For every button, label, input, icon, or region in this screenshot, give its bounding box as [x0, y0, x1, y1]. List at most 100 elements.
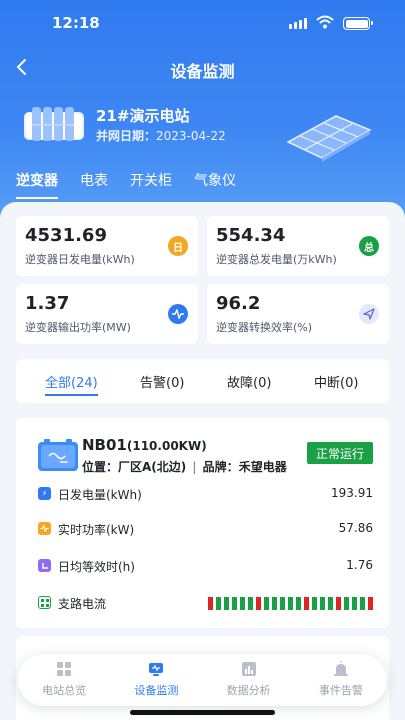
- branch-current-bar: [224, 597, 229, 610]
- status-time: 12:18: [52, 14, 100, 32]
- metric-label: 实时功率(kW): [58, 523, 135, 537]
- branch-current-bar: [288, 597, 293, 610]
- branch-current-bar: [344, 597, 349, 610]
- branch-current-bar: [240, 597, 245, 610]
- nav-label: 数据分析: [226, 684, 271, 697]
- tab-switchgear[interactable]: 开关柜: [130, 170, 172, 199]
- kpi-value: 554.34: [216, 225, 286, 246]
- branch-current-bar: [328, 597, 333, 610]
- nav-event-alarm[interactable]: 事件告警: [295, 654, 387, 706]
- brand-label: 品牌：: [202, 460, 239, 474]
- branch-current-bar: [208, 597, 213, 610]
- device-id: NB01: [82, 436, 127, 454]
- kpi-label: 逆变器日发电量(kWh): [25, 253, 135, 266]
- metric-daily-generation: ⚡ 日发电量(kWh) 193.91: [38, 484, 373, 504]
- solar-station-icon: [24, 107, 84, 141]
- branch-current-bars: [208, 597, 373, 610]
- metric-label: 日均等效时(h): [58, 560, 135, 574]
- metric-value: 57.86: [338, 521, 373, 535]
- kpi-value: 96.2: [216, 293, 261, 314]
- branch-current-bar: [216, 597, 221, 610]
- grid-date-value: 2023-04-22: [156, 129, 226, 143]
- nav-device-monitoring[interactable]: 设备监测: [110, 654, 202, 706]
- kpi-value: 4531.69: [25, 225, 107, 246]
- alarm-icon: [333, 661, 348, 676]
- branch-current-bar: [360, 597, 365, 610]
- location-label: 位置：: [82, 460, 119, 474]
- branch-current-bar: [280, 597, 285, 610]
- tab-weather-station[interactable]: 气象仪: [194, 170, 236, 199]
- filter-interrupt[interactable]: 中断(0): [314, 359, 358, 403]
- metric-equivalent-hours: 日均等效时(h) 1.76: [38, 556, 373, 576]
- metric-label: 支路电流: [58, 597, 107, 611]
- branch-current-bar: [256, 597, 261, 610]
- metric-value: 1.76: [346, 558, 373, 572]
- daily-badge-icon: 日: [168, 236, 188, 256]
- kpi-output-power: 1.37 逆变器输出功率(MW): [16, 284, 198, 344]
- branch-current-bar: [264, 597, 269, 610]
- wifi-icon: [316, 15, 334, 29]
- kpi-value: 1.37: [25, 293, 70, 314]
- status-filter-tabs: 全部(24) 告警(0) 故障(0) 中断(0): [16, 359, 389, 403]
- branch-current-bar: [368, 597, 373, 610]
- grid-date-label: 并网日期：: [96, 129, 157, 143]
- signal-icon: [289, 18, 307, 29]
- kpi-label: 逆变器输出功率(MW): [25, 321, 131, 334]
- branch-current-bar: [232, 597, 237, 610]
- inverter-card[interactable]: NB01(110.00KW) 位置：厂区A(北边) | 品牌：禾望电器 正常运行 ⚡…: [16, 418, 389, 628]
- status-badge: 正常运行: [307, 442, 373, 464]
- nav-label: 设备监测: [134, 684, 179, 697]
- branch-current-bar: [336, 597, 341, 610]
- branch-current-bar: [304, 597, 309, 610]
- device-location: 厂区A(北边): [118, 460, 187, 474]
- branch-current-bar: [248, 597, 253, 610]
- nav-label: 电站总览: [42, 684, 87, 697]
- filter-alarm[interactable]: 告警(0): [140, 359, 184, 403]
- station-name: 21#演示电站: [96, 107, 190, 125]
- device-brand: 禾望电器: [238, 460, 287, 474]
- branch-current-bar: [296, 597, 301, 610]
- branch-current-bar: [320, 597, 325, 610]
- send-icon: [359, 304, 379, 324]
- tab-meter[interactable]: 电表: [80, 170, 108, 199]
- page-title: 设备监测: [170, 62, 235, 81]
- lightning-icon: ⚡: [38, 487, 51, 500]
- solar-panel-illustration: [286, 115, 372, 162]
- grid-icon: [38, 596, 51, 609]
- kpi-label: 逆变器总发电量(万kWh): [216, 253, 337, 266]
- status-bar: 12:18: [0, 0, 405, 44]
- monitor-icon: [149, 663, 164, 676]
- filter-fault[interactable]: 故障(0): [227, 359, 271, 403]
- device-name: NB01(110.00KW): [82, 436, 207, 454]
- branch-current-bar: [312, 597, 317, 610]
- grid-icon: [57, 662, 72, 676]
- tab-inverter[interactable]: 逆变器: [16, 170, 58, 199]
- nav-station-overview[interactable]: 电站总览: [18, 654, 110, 706]
- device-meta: 位置：厂区A(北边) | 品牌：禾望电器: [82, 460, 287, 474]
- bottom-nav: 电站总览 设备监测 数据分析 事件告警: [18, 654, 387, 706]
- metric-branch-current: 支路电流: [38, 593, 373, 613]
- filter-all[interactable]: 全部(24): [45, 359, 98, 403]
- total-badge-icon: 总: [359, 236, 379, 256]
- inverter-icon: [38, 439, 78, 471]
- branch-current-bar: [352, 597, 357, 610]
- kpi-conversion-efficiency: 96.2 逆变器转换效率(%): [207, 284, 389, 344]
- branch-current-bar: [272, 597, 277, 610]
- bar-chart-icon: [241, 662, 256, 676]
- nav-label: 事件告警: [318, 684, 363, 697]
- station-grid-date: 并网日期：2023-04-22: [96, 127, 226, 144]
- power-pulse-icon: [168, 304, 188, 324]
- pulse-icon: [38, 522, 51, 535]
- home-indicator: [130, 710, 275, 715]
- metric-label: 日发电量(kWh): [58, 488, 142, 502]
- metric-realtime-power: 实时功率(kW) 57.86: [38, 519, 373, 539]
- kpi-label: 逆变器转换效率(%): [216, 321, 313, 334]
- metric-value: 193.91: [331, 486, 373, 500]
- nav-data-analysis[interactable]: 数据分析: [203, 654, 295, 706]
- battery-icon: [343, 17, 373, 30]
- kpi-daily-generation: 4531.69 逆变器日发电量(kWh) 日: [16, 216, 198, 276]
- kpi-total-generation: 554.34 逆变器总发电量(万kWh) 总: [207, 216, 389, 276]
- device-capacity: (110.00KW): [126, 439, 207, 453]
- clock-icon: [38, 559, 51, 572]
- device-type-tabs: 逆变器 电表 开关柜 气象仪: [16, 170, 236, 199]
